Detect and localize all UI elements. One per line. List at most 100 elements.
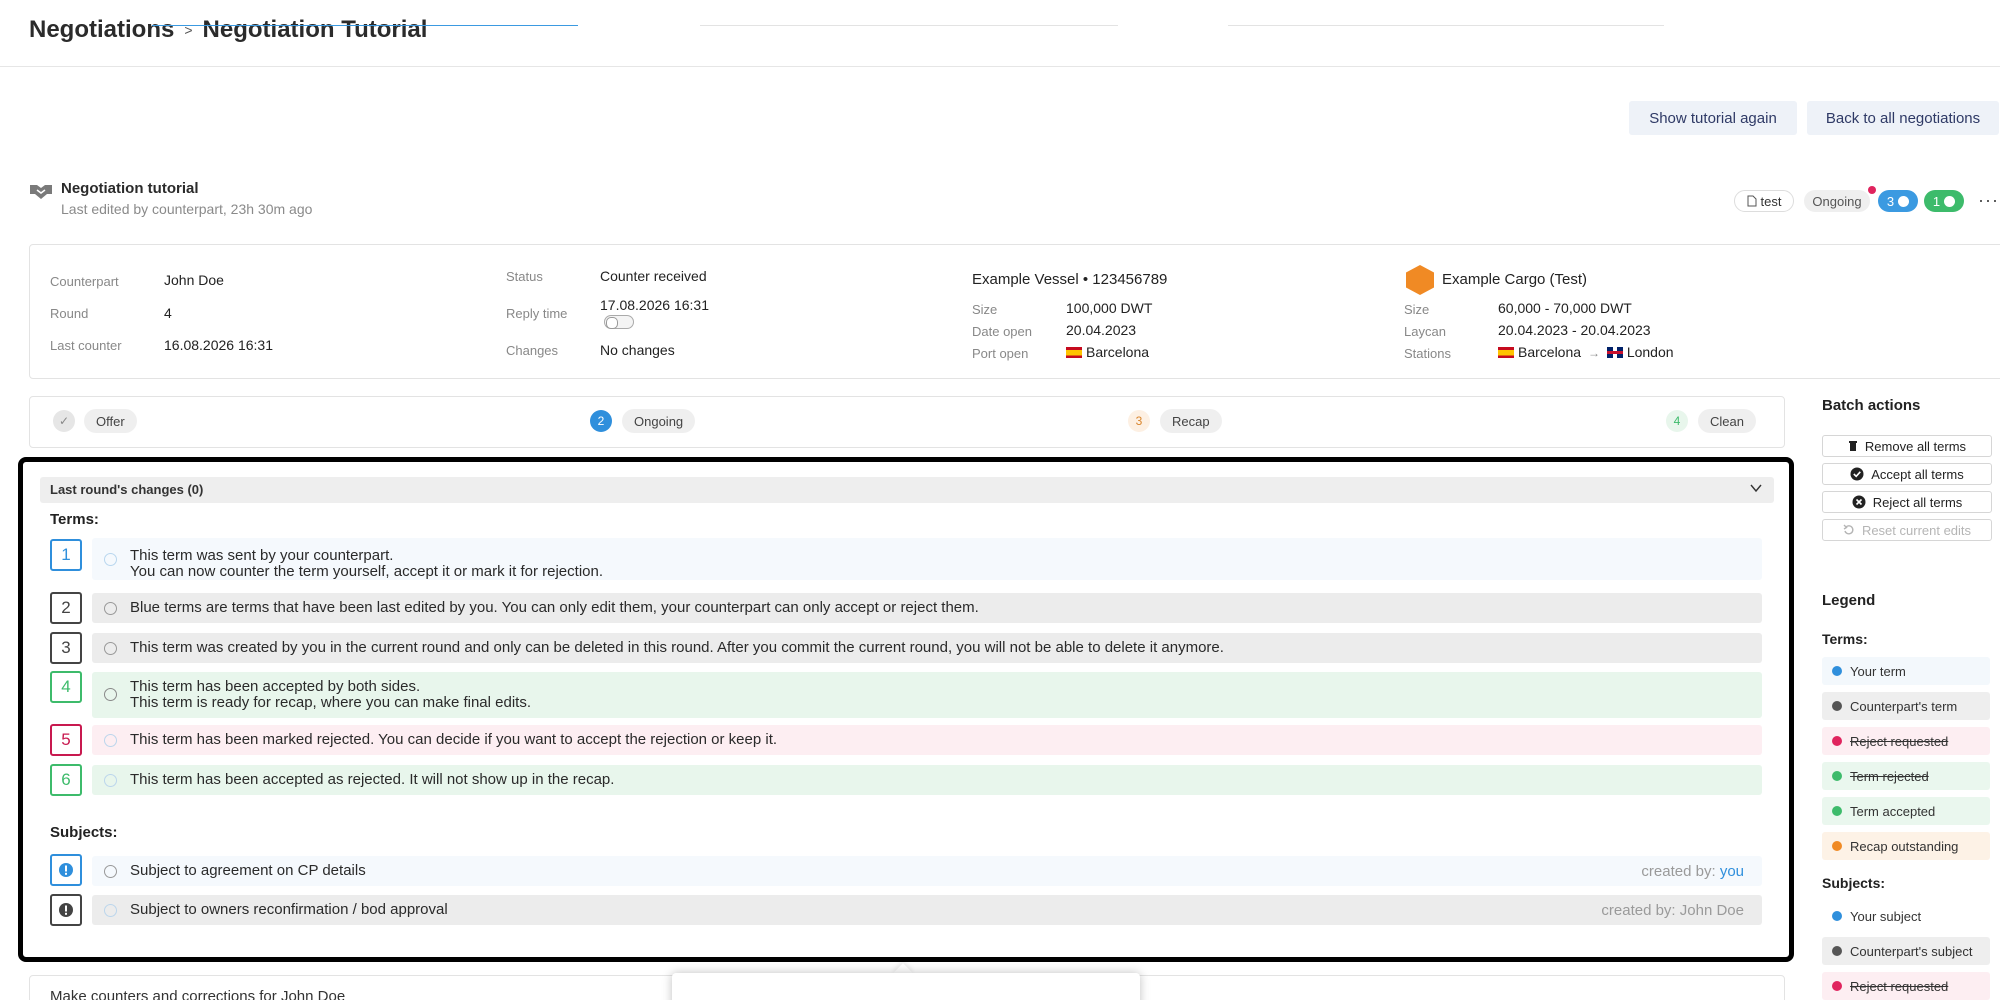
accepted-terms-count: 1 <box>1932 193 1941 209</box>
term-text-5: This term has been marked rejected. You … <box>130 731 778 748</box>
subject-number-2[interactable] <box>50 894 82 926</box>
subject-number-1[interactable] <box>50 854 82 886</box>
term-row-4[interactable]: This term has been accepted by both side… <box>92 672 1762 718</box>
stations-value: Barcelona → London <box>1498 344 1674 360</box>
term-row-5[interactable]: This term has been marked rejected. You … <box>92 725 1762 755</box>
step-offer[interactable]: Offer <box>84 409 137 433</box>
status-pill: Ongoing <box>1804 190 1870 212</box>
step-clean[interactable]: Clean <box>1698 409 1756 433</box>
remove-all-terms-label: Remove all terms <box>1864 438 1967 454</box>
reset-current-edits-button[interactable]: Reset current edits <box>1822 519 1992 541</box>
cargo-title[interactable]: Example Cargo (Test) <box>1442 271 1587 288</box>
vessel-size-label: Size <box>972 302 998 317</box>
legend-counterpart-term: Counterpart's term <box>1822 692 1990 720</box>
subject-text-2: Subject to owners reconfirmation / bod a… <box>130 901 448 918</box>
term-row-6[interactable]: This term has been accepted as rejected.… <box>92 765 1762 795</box>
subjects-heading: Subjects: <box>50 824 118 841</box>
legend-subject-reject-requested: Reject requested <box>1822 972 1990 1000</box>
vessel-title[interactable]: Example Vessel • 123456789 <box>972 271 1167 288</box>
notification-dot <box>1868 186 1876 194</box>
legend-dot-icon <box>1832 841 1842 851</box>
term-row-1[interactable]: This term was sent by your counterpart. … <box>92 538 1762 580</box>
tag-label: test <box>1760 193 1782 209</box>
created-by-counterpart: John Doe <box>1679 902 1744 919</box>
legend-your-subject: Your subject <box>1822 902 1990 930</box>
subject-created-by-2: created by: John Doe <box>1601 902 1744 919</box>
info-exclamation-icon <box>59 903 73 917</box>
legend-dot-icon <box>1832 701 1842 711</box>
term-status-icon <box>104 553 117 566</box>
vessel-port-value: Barcelona <box>1086 344 1150 360</box>
step-ongoing[interactable]: Ongoing <box>622 409 696 433</box>
legend-subjects-title: Subjects: <box>1822 875 1886 891</box>
term-text-4b: This term is ready for recap, where you … <box>130 694 532 711</box>
created-by-prefix: created by: <box>1641 863 1720 880</box>
legend-counterpart-subject: Counterpart's subject <box>1822 937 1990 965</box>
round-value: 4 <box>164 305 172 321</box>
laycan-label: Laycan <box>1404 324 1446 339</box>
status-value: Counter received <box>600 268 707 284</box>
counters-title-prefix: Make counters and corrections for <box>50 988 281 1000</box>
step-recap[interactable]: Recap <box>1160 409 1222 433</box>
legend-your-term: Your term <box>1822 657 1990 685</box>
term-status-icon <box>104 734 117 747</box>
show-tutorial-button[interactable]: Show tutorial again <box>1629 101 1797 135</box>
negotiation-subtitle: Last edited by counterpart, 23h 30m ago <box>61 201 313 217</box>
term-text-1b: You can now counter the term yourself, a… <box>130 563 603 580</box>
reply-time-toggle[interactable] <box>604 315 634 329</box>
laycan-value: 20.04.2023 - 20.04.2023 <box>1498 322 1651 338</box>
negotiation-title: Negotiation tutorial <box>61 180 199 197</box>
step-line-pending-2 <box>1228 25 1664 26</box>
last-round-changes-bar[interactable] <box>40 477 1774 503</box>
subject-row-2[interactable]: Subject to owners reconfirmation / bod a… <box>92 895 1762 925</box>
vessel-date-value: 20.04.2023 <box>1066 322 1137 338</box>
legend-dot-icon <box>1832 806 1842 816</box>
spain-flag-icon <box>1498 347 1514 358</box>
legend-subject-icon <box>1832 946 1842 956</box>
accept-all-terms-button[interactable]: Accept all terms <box>1822 463 1992 485</box>
term-number-4[interactable]: 4 <box>50 671 82 703</box>
breadcrumb: Negotiations > Negotiation Tutorial <box>29 16 427 44</box>
counterpart-value: John Doe <box>164 272 224 288</box>
vessel-date-label: Date open <box>972 324 1032 339</box>
step-line-done <box>152 25 578 26</box>
station-from: Barcelona <box>1518 344 1582 360</box>
subject-row-1[interactable]: Subject to agreement on CP details creat… <box>92 856 1762 886</box>
status-label: Status <box>506 269 543 284</box>
tutorial-popup[interactable] <box>672 973 1140 1000</box>
cargo-size-label: Size <box>1404 302 1430 317</box>
legend-subject-icon <box>1832 981 1842 991</box>
counterpart-label: Counterpart <box>50 274 119 289</box>
term-number-3[interactable]: 3 <box>50 632 82 664</box>
counters-title: Make counters and corrections for John D… <box>50 988 345 1000</box>
reject-all-terms-button[interactable]: Reject all terms <box>1822 491 1992 513</box>
progress-steps <box>29 396 1785 448</box>
batch-actions-title: Batch actions <box>1822 397 1921 414</box>
more-options-icon[interactable]: ··· <box>1978 190 1999 211</box>
chevron-down-icon[interactable] <box>1750 482 1762 494</box>
term-number-2[interactable]: 2 <box>50 592 82 624</box>
breadcrumb-root[interactable]: Negotiations <box>29 16 174 44</box>
tag-pill[interactable]: test <box>1734 190 1794 212</box>
clock-icon <box>1898 195 1910 207</box>
station-to: London <box>1626 344 1674 360</box>
accept-all-terms-label: Accept all terms <box>1871 466 1964 482</box>
legend-reject-requested-label: Reject requested <box>1850 733 1949 749</box>
legend-term-rejected-label: Term rejected <box>1850 768 1929 784</box>
subject-status-icon <box>104 865 117 878</box>
term-text-1a: This term was sent by your counterpart. <box>130 547 394 564</box>
remove-all-terms-button[interactable]: Remove all terms <box>1822 435 1992 457</box>
step-offer-check-icon: ✓ <box>53 410 75 432</box>
handshake-icon <box>30 185 52 199</box>
term-row-3[interactable]: This term was created by you in the curr… <box>92 633 1762 663</box>
subject-status-icon <box>104 904 117 917</box>
last-counter-label: Last counter <box>50 338 122 353</box>
vessel-port: Barcelona <box>1066 344 1149 360</box>
term-number-5[interactable]: 5 <box>50 724 82 756</box>
info-exclamation-icon <box>59 863 73 877</box>
back-to-negotiations-button[interactable]: Back to all negotiations <box>1807 101 1999 135</box>
term-row-2[interactable]: Blue terms are terms that have been last… <box>92 593 1762 623</box>
term-number-6[interactable]: 6 <box>50 764 82 796</box>
accepted-terms-badge: 1 <box>1924 190 1964 212</box>
term-number-1[interactable]: 1 <box>50 539 82 571</box>
